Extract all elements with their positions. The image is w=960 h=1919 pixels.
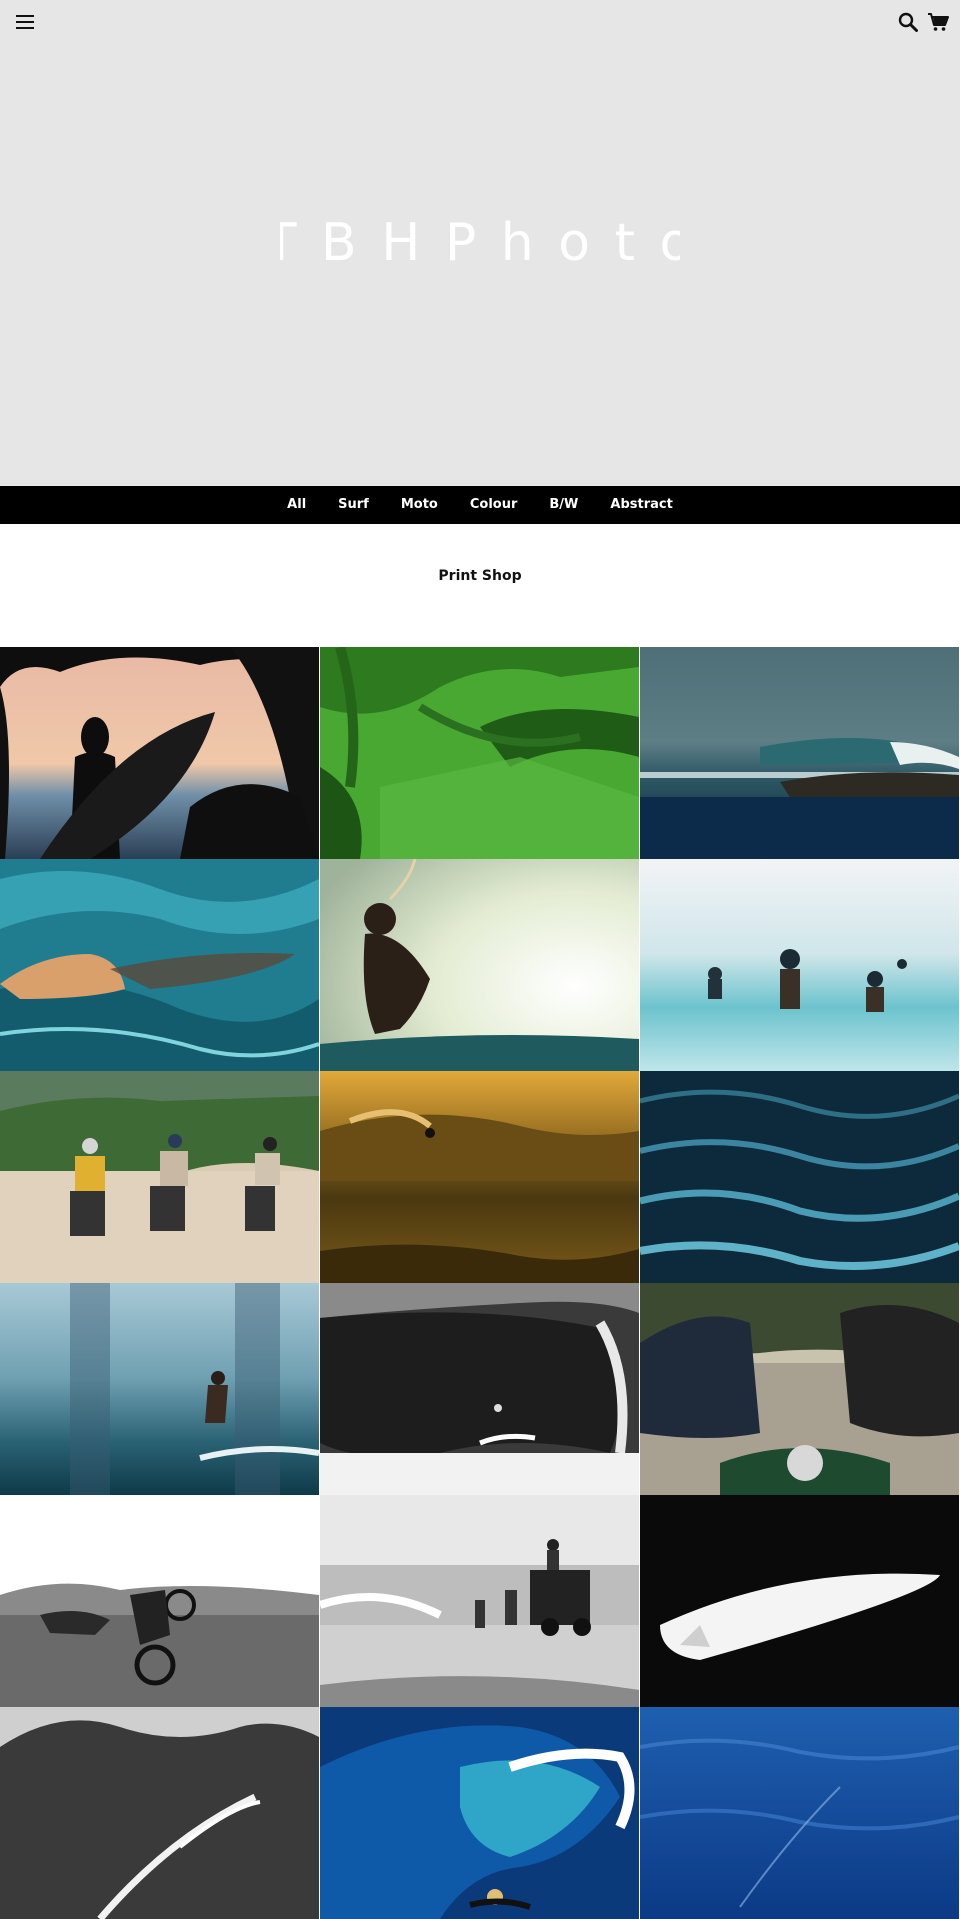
product-image	[320, 1707, 639, 1919]
nav-item-bw[interactable]: B/W	[547, 486, 580, 524]
search-icon	[898, 12, 918, 32]
product-tile[interactable]	[640, 1707, 959, 1919]
product-tile[interactable]	[640, 1071, 959, 1283]
product-image	[0, 1071, 319, 1283]
product-tile[interactable]	[0, 1495, 319, 1707]
product-image	[0, 1707, 319, 1919]
product-tile[interactable]	[640, 859, 959, 1071]
product-image	[320, 1071, 639, 1283]
product-tile[interactable]	[320, 647, 639, 859]
site-logo[interactable]: T B H P h o t o	[280, 200, 680, 290]
cart-icon	[928, 13, 949, 31]
product-tile[interactable]	[320, 1283, 639, 1495]
product-tile[interactable]	[320, 1707, 639, 1919]
nav-item-moto[interactable]: Moto	[399, 486, 440, 524]
product-tile[interactable]	[0, 1071, 319, 1283]
product-image	[0, 859, 319, 1071]
svg-text:T B H P h o t o: T B H P h o t o	[280, 213, 680, 273]
product-grid	[0, 647, 960, 1919]
product-tile[interactable]	[640, 647, 959, 859]
product-image	[320, 647, 639, 859]
product-image	[0, 647, 319, 859]
product-tile[interactable]	[320, 1495, 639, 1707]
product-image	[640, 859, 959, 1071]
product-tile[interactable]	[320, 859, 639, 1071]
product-image	[320, 859, 639, 1071]
nav-item-colour[interactable]: Colour	[468, 486, 520, 524]
nav-item-surf[interactable]: Surf	[336, 486, 371, 524]
product-image	[640, 1071, 959, 1283]
product-image	[320, 1283, 639, 1495]
product-tile[interactable]	[0, 1707, 319, 1919]
product-image	[0, 1495, 319, 1707]
hero-banner: T B H P h o t o	[0, 0, 960, 486]
product-image	[320, 1495, 639, 1707]
product-image	[640, 647, 959, 859]
product-tile[interactable]	[0, 1283, 319, 1495]
product-tile[interactable]	[640, 1283, 959, 1495]
collection-nav: All Surf Moto Colour B/W Abstract	[0, 486, 960, 524]
cart-button[interactable]	[922, 8, 954, 36]
product-image	[640, 1707, 959, 1919]
product-image	[640, 1283, 959, 1495]
product-tile[interactable]	[0, 859, 319, 1071]
nav-item-abstract[interactable]: Abstract	[608, 486, 674, 524]
product-image	[0, 1283, 319, 1495]
product-tile[interactable]	[0, 647, 319, 859]
page-title: Print Shop	[438, 568, 522, 584]
nav-item-all[interactable]: All	[285, 486, 308, 524]
hamburger-menu-icon	[16, 15, 34, 29]
search-button[interactable]	[894, 8, 922, 36]
menu-button[interactable]	[12, 10, 38, 34]
product-tile[interactable]	[320, 1071, 639, 1283]
product-tile[interactable]	[640, 1495, 959, 1707]
product-image	[640, 1495, 959, 1707]
